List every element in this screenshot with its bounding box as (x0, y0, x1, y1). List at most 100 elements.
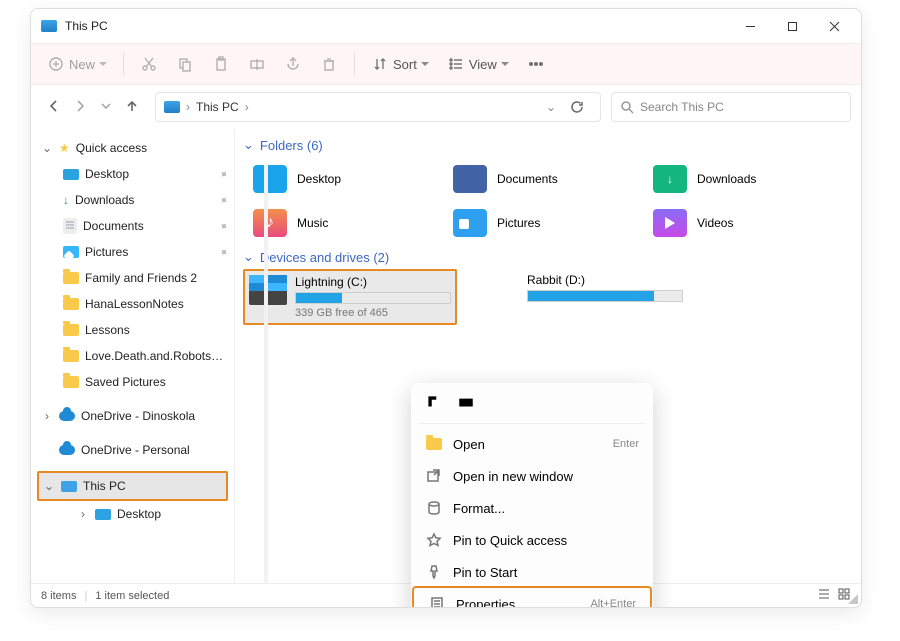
folder-icon (63, 350, 79, 362)
sort-button[interactable]: Sort (365, 51, 435, 77)
new-button[interactable]: New (41, 51, 113, 77)
folders-heading[interactable]: ⌄ Folders (6) (243, 133, 861, 157)
pictures-icon (453, 209, 487, 237)
folder-item-pictures[interactable]: Pictures (443, 201, 643, 245)
folder-item-desktop[interactable]: Desktop (243, 157, 443, 201)
back-button[interactable] (47, 99, 61, 116)
copy-button[interactable] (170, 51, 200, 77)
recent-caret[interactable] (99, 99, 113, 116)
delete-icon (320, 55, 338, 73)
copy-icon[interactable] (425, 393, 443, 411)
pictures-icon (63, 246, 79, 258)
sidebar-item-folder[interactable]: Saved Pictures (37, 369, 234, 395)
new-icon (47, 55, 65, 73)
titlebar: This PC (31, 9, 861, 43)
drives-heading[interactable]: ⌄ Devices and drives (2) (243, 245, 861, 269)
nav-row: › This PC › ⌄ Search This PC (31, 85, 861, 129)
folder-item-music[interactable]: Music (243, 201, 443, 245)
more-icon (527, 55, 545, 73)
view-label: View (469, 57, 497, 72)
breadcrumb[interactable]: This PC (196, 100, 239, 114)
maximize-button[interactable] (771, 11, 813, 41)
pane-divider[interactable] (264, 165, 268, 583)
sidebar-item-folder[interactable]: Family and Friends 2 (37, 265, 234, 291)
pin-icon: ✦ (216, 218, 231, 234)
share-button[interactable] (278, 51, 308, 77)
ctx-open[interactable]: OpenEnter (411, 428, 653, 460)
sidebar-item-quick-access[interactable]: ⌄ ★ Quick access (37, 135, 234, 161)
more-button[interactable] (521, 51, 551, 77)
address-bar[interactable]: › This PC › ⌄ (155, 92, 601, 122)
address-caret[interactable]: ⌄ (546, 100, 556, 114)
sidebar: ⌄ ★ Quick access Desktop✦ ↓Downloads✦ Do… (31, 129, 235, 583)
caret-icon (99, 62, 107, 70)
sidebar-item-this-pc[interactable]: ⌄This PC (39, 473, 226, 499)
downloads-icon: ↓ (63, 193, 69, 207)
folder-item-videos[interactable]: Videos (643, 201, 843, 245)
sidebar-item-documents[interactable]: Documents✦ (37, 213, 234, 239)
folder-icon (63, 272, 79, 284)
cut-button[interactable] (134, 51, 164, 77)
highlight-box-this-pc: ⌄This PC (37, 471, 228, 501)
delete-button[interactable] (314, 51, 344, 77)
drive-item-d[interactable]: Rabbit (D:) (477, 269, 687, 325)
desktop-icon (95, 509, 111, 520)
search-placeholder: Search This PC (640, 100, 724, 114)
rename-button[interactable] (242, 51, 272, 77)
sidebar-item-desktop[interactable]: ›Desktop (37, 501, 234, 527)
drive-item-c[interactable]: Lightning (C:) 339 GB free of 465 (245, 271, 455, 323)
this-pc-icon (41, 20, 57, 32)
caret-icon (501, 62, 509, 70)
forward-button[interactable] (73, 99, 87, 116)
sidebar-item-onedrive-b[interactable]: ›OneDrive - Personal (37, 437, 234, 463)
ctx-pin-quick-access[interactable]: Pin to Quick access (411, 524, 653, 556)
sidebar-item-folder[interactable]: Lessons (37, 317, 234, 343)
pin-icon: ✦ (216, 192, 231, 208)
folder-item-documents[interactable]: Documents (443, 157, 643, 201)
chevron-down-icon: ⌄ (243, 137, 254, 153)
format-icon (425, 499, 443, 517)
chevron-down-icon: ⌄ (43, 479, 55, 493)
sort-icon (371, 55, 389, 73)
sidebar-item-folder[interactable]: Love.Death.and.Robots.S03.1( (37, 343, 234, 369)
minimize-button[interactable] (729, 11, 771, 41)
ctx-properties[interactable]: PropertiesAlt+Enter (414, 588, 650, 608)
ctx-pin-start[interactable]: Pin to Start (411, 556, 653, 588)
rename-icon[interactable] (457, 393, 475, 411)
drive-label: Rabbit (D:) (527, 273, 683, 287)
chevron-right-icon: › (77, 507, 89, 521)
sidebar-item-desktop[interactable]: Desktop✦ (37, 161, 234, 187)
new-window-icon (425, 467, 443, 485)
folder-icon (63, 298, 79, 310)
share-icon (284, 55, 302, 73)
view-button[interactable]: View (441, 51, 515, 77)
chevron-right-icon: › (41, 409, 53, 423)
folder-item-downloads[interactable]: Downloads (643, 157, 843, 201)
refresh-button[interactable] (562, 100, 592, 114)
search-input[interactable]: Search This PC (611, 92, 851, 122)
sidebar-item-pictures[interactable]: Pictures✦ (37, 239, 234, 265)
sidebar-item-folder[interactable]: HanaLessonNotes (37, 291, 234, 317)
ctx-format[interactable]: Format... (411, 492, 653, 524)
star-icon (425, 531, 443, 549)
paste-button[interactable] (206, 51, 236, 77)
this-pc-icon (164, 101, 180, 113)
caret-icon (421, 62, 429, 70)
pin-icon (425, 563, 443, 581)
details-view-button[interactable] (817, 587, 831, 604)
resize-handle[interactable] (848, 594, 858, 604)
desktop-icon (253, 165, 287, 193)
this-pc-icon (61, 481, 77, 492)
cut-icon (140, 55, 158, 73)
desktop-icon (63, 169, 79, 180)
close-button[interactable] (813, 11, 855, 41)
up-button[interactable] (125, 99, 139, 116)
sidebar-item-onedrive-a[interactable]: ›OneDrive - Dinoskola (37, 403, 234, 429)
sidebar-item-downloads[interactable]: ↓Downloads✦ (37, 187, 234, 213)
paste-icon (212, 55, 230, 73)
pin-icon: ✦ (216, 166, 231, 182)
status-selected: 1 item selected (95, 590, 169, 602)
cloud-icon (59, 445, 75, 455)
pin-icon: ✦ (216, 244, 231, 260)
ctx-open-new-window[interactable]: Open in new window (411, 460, 653, 492)
